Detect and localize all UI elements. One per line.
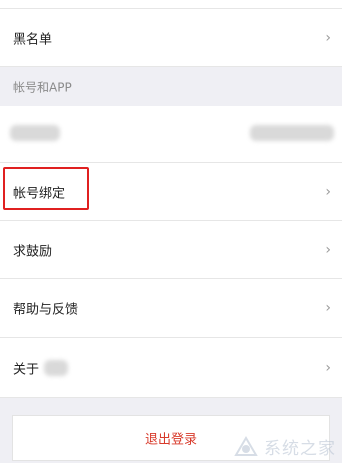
watermark: 系统之家 bbox=[232, 434, 336, 459]
account-section-header: 帐号和APP bbox=[0, 67, 342, 106]
account-info-row[interactable] bbox=[0, 106, 342, 163]
help-feedback-label: 帮助与反馈 bbox=[13, 302, 79, 318]
chevron-right-icon: › bbox=[325, 183, 331, 200]
blurred-account-value bbox=[250, 125, 334, 141]
help-feedback-row[interactable]: 帮助与反馈 › bbox=[0, 279, 342, 338]
top-edge bbox=[0, 0, 342, 9]
blacklist-row[interactable]: 黑名单 › bbox=[0, 9, 342, 67]
watermark-text: 系统之家 bbox=[264, 439, 336, 459]
section-header-label: 帐号和APP bbox=[13, 80, 72, 94]
watermark-logo-icon bbox=[234, 435, 258, 456]
chevron-right-icon: › bbox=[325, 300, 331, 316]
blurred-account-name bbox=[10, 125, 60, 141]
chevron-right-icon: › bbox=[325, 359, 331, 376]
highlight-box bbox=[3, 167, 89, 210]
about-row[interactable]: 关于 › bbox=[0, 338, 342, 398]
encourage-label: 求鼓励 bbox=[13, 244, 53, 259]
blurred-app-name bbox=[44, 360, 68, 376]
chevron-right-icon: › bbox=[325, 29, 331, 46]
blacklist-label: 黑名单 bbox=[13, 32, 53, 47]
encourage-row[interactable]: 求鼓励 › bbox=[0, 221, 342, 279]
chevron-right-icon: › bbox=[325, 241, 331, 258]
about-label: 关于 bbox=[13, 362, 40, 377]
